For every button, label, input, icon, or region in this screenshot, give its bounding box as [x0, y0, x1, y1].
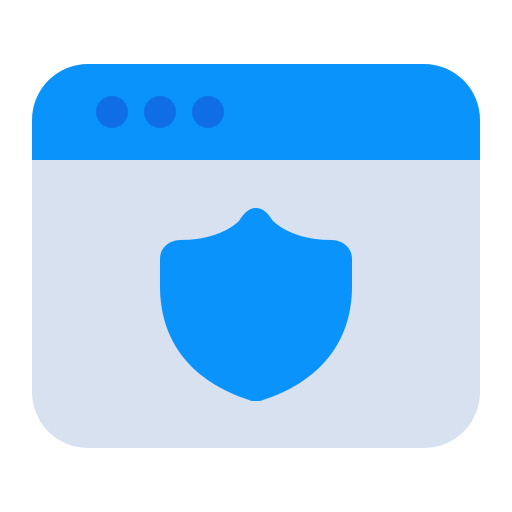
- window-titlebar: [32, 64, 480, 160]
- shield-icon: [160, 208, 352, 401]
- window-control-dot-3[interactable]: [192, 96, 224, 128]
- window-control-dot-1[interactable]: [96, 96, 128, 128]
- window-control-dot-2[interactable]: [144, 96, 176, 128]
- browser-security-illustration: [0, 0, 512, 512]
